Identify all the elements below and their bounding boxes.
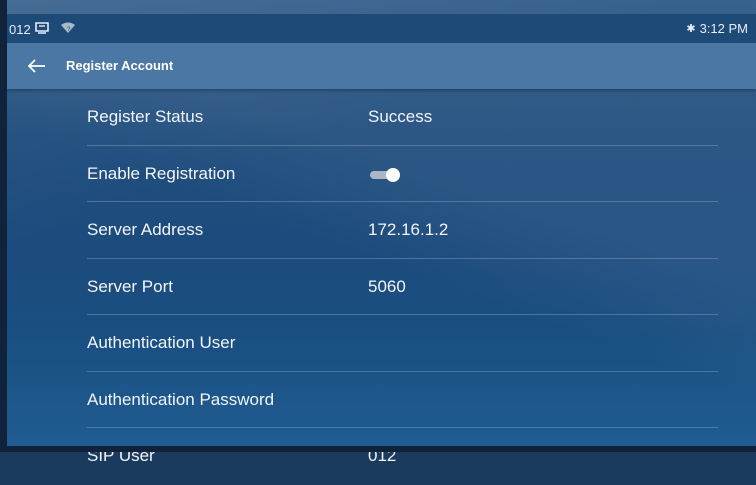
status-bar: 012 ? ✱ 3:12 PM bbox=[7, 14, 756, 43]
line-label: 012 bbox=[9, 22, 31, 37]
row-value: 172.16.1.2 bbox=[368, 220, 449, 239]
back-button[interactable] bbox=[23, 53, 51, 79]
settings-list: Register Status Success Enable Registrat… bbox=[7, 89, 756, 485]
row-label: Enable Registration bbox=[87, 163, 236, 183]
list-item-server-port[interactable]: Server Port 5060 bbox=[7, 259, 756, 315]
row-label: Authentication User bbox=[87, 333, 236, 352]
wifi-icon: ? bbox=[60, 22, 75, 37]
row-label: Server Address bbox=[87, 220, 204, 239]
list-item-register-status[interactable]: Register Status Success bbox=[7, 89, 756, 146]
page-title: Register Account bbox=[66, 58, 174, 73]
app-bar: Register Account bbox=[7, 43, 756, 89]
row-label: Register Status bbox=[87, 107, 204, 126]
list-item-enable-registration[interactable]: Enable Registration bbox=[7, 146, 756, 202]
toggle-knob bbox=[386, 167, 400, 182]
phone-icon bbox=[34, 21, 51, 38]
list-item-sip-user[interactable]: SIP User 012 bbox=[7, 428, 756, 485]
list-item-authentication-user[interactable]: Authentication User bbox=[7, 315, 756, 372]
left-bezel bbox=[0, 0, 7, 452]
row-value: Success bbox=[368, 107, 433, 126]
row-label: Authentication Password bbox=[87, 389, 275, 409]
list-item-server-address[interactable]: Server Address 172.16.1.2 bbox=[7, 202, 756, 259]
enable-registration-toggle[interactable] bbox=[368, 167, 400, 182]
row-value: 5060 bbox=[368, 276, 406, 296]
bottom-bezel bbox=[0, 446, 756, 452]
row-label: Server Port bbox=[87, 276, 173, 296]
list-item-authentication-password[interactable]: Authentication Password bbox=[7, 372, 756, 428]
status-bar-right: ✱ 3:12 PM bbox=[686, 21, 748, 36]
arrow-left-icon bbox=[28, 59, 45, 73]
clock: 3:12 PM bbox=[699, 21, 748, 36]
status-bar-left: 012 ? bbox=[9, 21, 75, 38]
bluetooth-icon: ✱ bbox=[686, 23, 696, 35]
